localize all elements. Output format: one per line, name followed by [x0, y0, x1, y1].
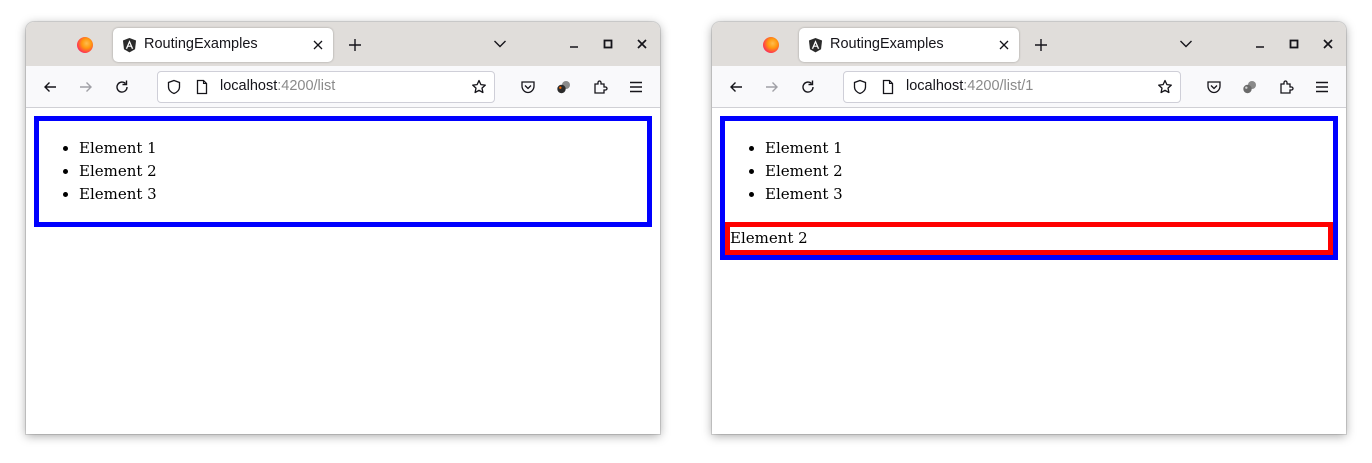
- browser-window-list: RoutingExamples localhost:4200/list • El…: [26, 22, 660, 434]
- url-text[interactable]: localhost:4200/list: [220, 78, 335, 94]
- angular-icon: [808, 38, 823, 53]
- tab-title: RoutingExamples: [144, 36, 258, 52]
- shield-icon[interactable]: [166, 79, 182, 95]
- element-list: Element 1 Element 2 Element 3: [39, 137, 647, 206]
- reload-icon[interactable]: [114, 79, 130, 95]
- close-window-icon[interactable]: [1322, 38, 1334, 50]
- url-text[interactable]: localhost:4200/list/1: [906, 78, 1033, 94]
- forward-icon: [78, 79, 94, 95]
- url-host: localhost: [220, 78, 278, 94]
- menu-icon[interactable]: [1314, 79, 1330, 95]
- detail-component: Element 2: [725, 222, 1333, 255]
- minimize-icon[interactable]: [1254, 38, 1266, 50]
- menu-icon[interactable]: [628, 79, 644, 95]
- new-tab-icon[interactable]: [1033, 37, 1049, 53]
- navigation-toolbar: localhost:4200/list/1: [712, 66, 1346, 108]
- list-item: Element 1: [79, 137, 647, 160]
- pocket-icon[interactable]: [1206, 79, 1222, 95]
- angular-icon: [122, 38, 137, 53]
- maximize-icon[interactable]: [1288, 38, 1300, 50]
- list-item: Element 3: [765, 183, 1333, 206]
- puzzle-icon[interactable]: [592, 79, 608, 95]
- element-list: Element 1 Element 2 Element 3: [725, 137, 1333, 206]
- extension-icon[interactable]: [1242, 79, 1258, 95]
- bookmark-star-icon[interactable]: [1157, 79, 1173, 95]
- back-icon[interactable]: [728, 79, 744, 95]
- tab-list-icon[interactable]: [493, 38, 507, 50]
- page-icon[interactable]: [880, 79, 896, 95]
- address-bar[interactable]: localhost:4200/list/1: [843, 71, 1181, 103]
- list-item: Element 2: [79, 160, 647, 183]
- maximize-icon[interactable]: [602, 38, 614, 50]
- page-content: Element 1 Element 2 Element 3 Element 2: [712, 108, 1346, 434]
- shield-icon[interactable]: [852, 79, 868, 95]
- tab-routing-examples[interactable]: RoutingExamples: [113, 28, 333, 62]
- list-component: Element 1 Element 2 Element 3: [34, 116, 652, 227]
- tab-list-icon[interactable]: [1179, 38, 1193, 50]
- tab-title: RoutingExamples: [830, 36, 944, 52]
- tab-bar: RoutingExamples: [26, 22, 660, 66]
- browser-window-detail: RoutingExamples localhost:4200/list/1 • …: [712, 22, 1346, 434]
- minimize-icon[interactable]: [568, 38, 580, 50]
- firefox-icon[interactable]: [763, 37, 779, 53]
- puzzle-icon[interactable]: [1278, 79, 1294, 95]
- page-content: Element 1 Element 2 Element 3: [26, 108, 660, 434]
- back-icon[interactable]: [42, 79, 58, 95]
- forward-icon: [764, 79, 780, 95]
- pocket-icon[interactable]: [520, 79, 536, 95]
- url-path: :4200/list/1: [963, 78, 1034, 94]
- close-tab-icon[interactable]: [312, 39, 324, 51]
- bookmark-star-icon[interactable]: [471, 79, 487, 95]
- reload-icon[interactable]: [800, 79, 816, 95]
- list-item: Element 1: [765, 137, 1333, 160]
- url-path: :4200/list: [277, 78, 336, 94]
- extension-icon[interactable]: [556, 79, 572, 95]
- page-icon[interactable]: [194, 79, 210, 95]
- navigation-toolbar: localhost:4200/list: [26, 66, 660, 108]
- list-item: Element 2: [765, 160, 1333, 183]
- close-tab-icon[interactable]: [998, 39, 1010, 51]
- tab-routing-examples[interactable]: RoutingExamples: [799, 28, 1019, 62]
- close-window-icon[interactable]: [636, 38, 648, 50]
- new-tab-icon[interactable]: [347, 37, 363, 53]
- list-component: Element 1 Element 2 Element 3 Element 2: [720, 116, 1338, 260]
- address-bar[interactable]: localhost:4200/list: [157, 71, 495, 103]
- url-host: localhost: [906, 78, 964, 94]
- tab-bar: RoutingExamples: [712, 22, 1346, 66]
- list-item: Element 3: [79, 183, 647, 206]
- firefox-icon[interactable]: [77, 37, 93, 53]
